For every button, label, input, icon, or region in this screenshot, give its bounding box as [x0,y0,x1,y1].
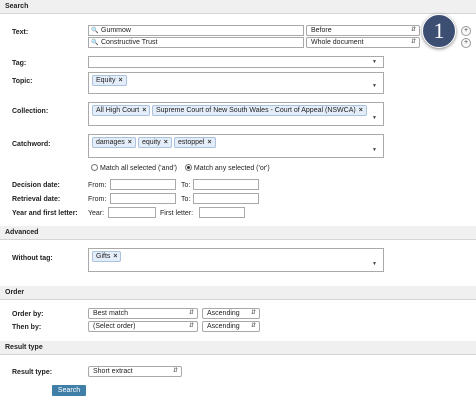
section-header-order: Order [0,286,476,300]
collection-tag-chip-1: All High Court × [92,105,151,116]
year-input[interactable] [108,207,156,218]
without-tag-label: Without tag: [12,255,53,262]
tag-label: Tag: [12,60,27,67]
text-input-2[interactable]: 🔍 Constructive Trust [88,37,304,48]
text-scope-1-value: Before [311,27,332,34]
chevron-updown-icon: ⇵ [410,27,416,33]
chevron-updown-icon: ⇵ [410,39,416,45]
add-text-row-button-2[interactable]: + [461,38,471,48]
catchword-multiselect[interactable]: damages × equity × estoppel × ▼ [88,134,384,158]
x-icon[interactable]: × [128,139,132,146]
chevron-down-icon: ▼ [372,147,377,153]
chevron-updown-icon: ⇵ [188,323,194,329]
without-tag-chip: Gifts × [92,251,122,262]
chevron-updown-icon: ⇵ [250,310,256,316]
retrieval-from-label: From: [88,196,107,203]
section-header-result-type: Result type [0,341,476,355]
retrieval-date-from-input[interactable] [110,193,176,204]
text-scope-2-value: Whole document [311,39,364,46]
year-label: Year: [88,210,105,217]
topic-label: Topic: [12,78,33,85]
decision-date-label: Decision date: [12,182,60,189]
step-number-badge: 1 [422,14,456,48]
text-input-1-value: Gummow [101,27,131,34]
add-text-row-button[interactable]: + [461,26,471,36]
match-options: Match all selected ('and') Match any sel… [91,164,270,172]
chevron-down-icon: ▼ [372,261,377,267]
catchword-label: Catchword: [12,141,51,148]
order-by-label: Order by: [12,311,44,318]
collection-label: Collection: [12,108,49,115]
match-all-label: Match all selected ('and') [100,165,177,172]
retrieval-to-label: To: [181,196,191,203]
chevron-updown-icon: ⇵ [250,323,256,329]
first-letter-label: First letter: [160,210,194,217]
x-icon[interactable]: × [113,253,117,260]
x-icon[interactable]: × [164,139,168,146]
x-icon[interactable]: × [118,77,122,84]
then-by-label: Then by: [12,324,42,331]
catchword-tag-chip-3: estoppel × [174,137,216,148]
magnifier-icon: 🔍 [91,28,99,34]
result-type-label: Result type: [12,369,53,376]
text-input-2-value: Constructive Trust [101,39,158,46]
x-icon[interactable]: × [359,107,363,114]
then-by-direction-select[interactable]: Ascending ⇵ [202,321,260,332]
match-any-radio[interactable] [184,164,192,171]
order-by-select[interactable]: Best match ⇵ [88,308,198,319]
x-icon[interactable]: × [142,107,146,114]
order-by-direction-select[interactable]: Ascending ⇵ [202,308,260,319]
topic-tag-chip: Equity × [92,75,127,86]
decision-to-label: To: [181,182,191,189]
chevron-updown-icon: ⇵ [172,368,178,374]
section-header-search: Search [0,0,476,14]
chevron-down-icon: ▼ [372,83,377,89]
first-letter-input[interactable] [199,207,245,218]
chevron-updown-icon: ⇵ [188,310,194,316]
chevron-down-icon: ▼ [372,115,377,121]
match-any-label: Match any selected ('or') [193,165,270,172]
decision-date-to-input[interactable] [193,179,259,190]
topic-multiselect[interactable]: Equity × ▼ [88,72,384,94]
then-by-select[interactable]: (Select order) ⇵ [88,321,198,332]
text-scope-select-2[interactable]: Whole document ⇵ [306,37,420,48]
x-icon[interactable]: × [207,139,211,146]
search-button[interactable]: Search [52,385,86,396]
retrieval-date-to-input[interactable] [193,193,259,204]
match-all-radio[interactable] [91,164,98,171]
tag-select[interactable]: ▼ [88,56,384,68]
without-tag-multiselect[interactable]: Gifts × ▼ [88,248,384,272]
catchword-tag-chip-2: equity × [138,137,172,148]
text-label: Text: [12,29,29,36]
chevron-down-icon: ▼ [372,59,377,65]
catchword-tag-chip-1: damages × [92,137,136,148]
collection-tag-chip-2: Supreme Court of New South Wales - Court… [152,105,367,116]
collection-multiselect[interactable]: All High Court × Supreme Court of New Sou… [88,102,384,126]
result-type-select[interactable]: Short extract ⇵ [88,366,182,377]
retrieval-date-label: Retrieval date: [12,196,61,203]
text-input-1[interactable]: 🔍 Gummow [88,25,304,36]
section-header-advanced: Advanced [0,226,476,240]
year-first-letter-label: Year and first letter: [12,210,78,217]
decision-date-from-input[interactable] [110,179,176,190]
magnifier-icon: 🔍 [91,40,99,46]
decision-from-label: From: [88,182,107,189]
text-scope-select-1[interactable]: Before ⇵ [306,25,420,36]
